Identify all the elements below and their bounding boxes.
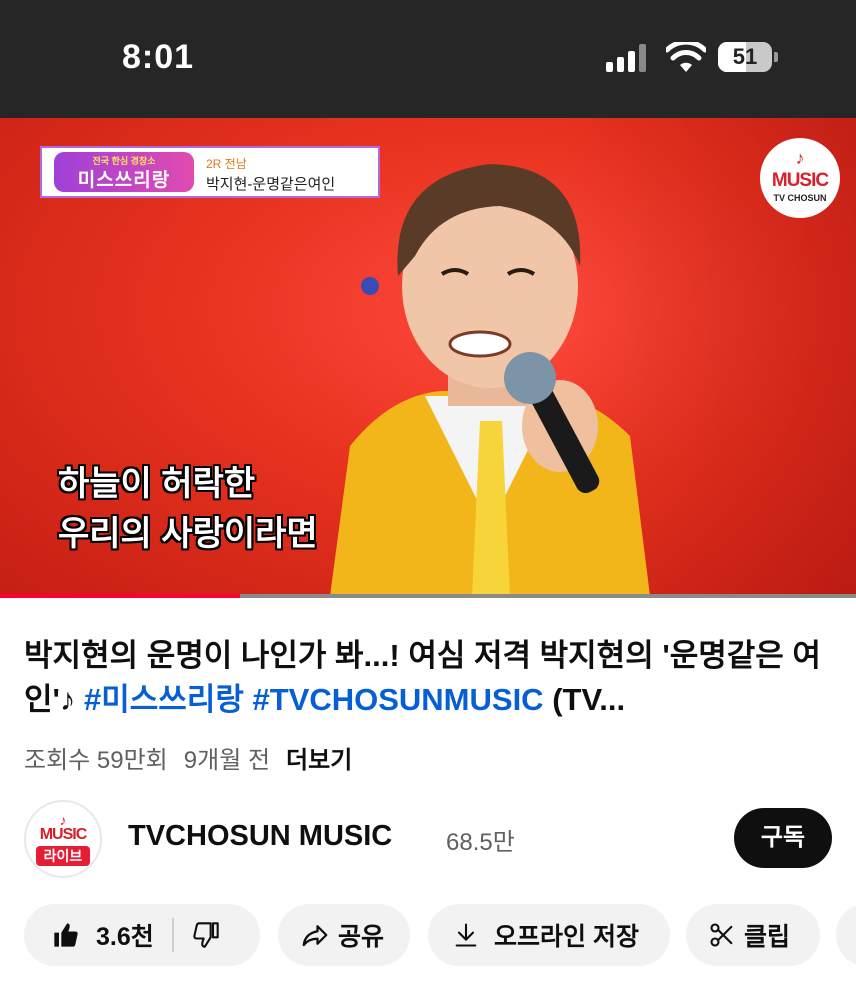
subtitle-line: 하늘이 허락한 [58,465,256,503]
watermark-subtitle: TV CHOSUN [773,193,827,203]
clip-button[interactable]: 클립 [686,904,820,966]
subscribe-button[interactable]: 구독 [734,808,832,868]
title-tail: (TV... [543,682,626,717]
video-meta[interactable]: 조회수 59만회 9개월 전 더보기 [24,740,368,775]
share-icon [302,925,328,947]
download-label: 오프라인 저장 [494,923,639,951]
wifi-icon [666,42,706,72]
like-count: 3.6천 [96,923,154,951]
clip-label: 클립 [744,923,791,951]
program-logo: 전국 한심 경창소 미스쓰리랑 [54,152,194,192]
progress-bar[interactable] [0,594,856,598]
status-bar: 8:01 51 [0,0,856,118]
program-round: 2R 전남 [206,157,247,171]
more-actions-button[interactable] [836,904,856,966]
hashtag-link[interactable]: #미스쓰리랑 [84,682,244,717]
more-button[interactable]: 더보기 [286,747,352,774]
channel-name[interactable]: TVCHOSUN MUSIC [128,820,392,853]
subscriber-count: 68.5만 [446,829,515,856]
program-song: 박지현-운명같은여인 [206,176,336,193]
music-note-icon: ♪ [795,148,805,168]
like-button[interactable]: 3.6천 [24,917,154,953]
upload-age: 9개월 전 [183,747,271,774]
video-player[interactable]: 전국 한심 경창소 미스쓰리랑 2R 전남 박지현-운명같은여인 ♪ MUSIC… [0,118,856,596]
progress-fill [0,594,240,598]
dislike-button[interactable] [174,921,220,949]
download-button[interactable]: 오프라인 저장 [428,904,670,966]
share-button[interactable]: 공유 [278,904,410,966]
channel-watermark: ♪ MUSIC TV CHOSUN [760,138,840,218]
scissors-icon [710,923,733,947]
status-time: 8:01 [122,38,195,76]
battery-level: 51 [732,44,758,69]
hashtag-link[interactable]: #TVCHOSUNMUSIC [252,682,543,717]
channel-avatar[interactable]: ♪ MUSIC 라이브 [24,800,102,878]
avatar-title: MUSIC [39,826,88,843]
thumbs-down-icon [193,922,219,948]
like-dislike-group: 3.6천 [24,904,260,966]
video-title[interactable]: 박지현의 운명이 나인가 봐...! 여심 저격 박지현의 '운명같은 여인'♪… [24,634,834,722]
program-logo-title: 미스쓰리랑 [77,170,171,191]
program-caption-box: 전국 한심 경창소 미스쓰리랑 2R 전남 박지현-운명같은여인 [40,146,380,198]
view-count: 조회수 59만회 [24,747,168,774]
share-label: 공유 [338,923,385,951]
cellular-signal-icon [606,44,650,72]
subtitle-line: 우리의 사랑이라면 [58,515,318,553]
download-icon [455,923,477,947]
avatar-live-badge: 라이브 [36,846,90,866]
watermark-title: MUSIC [771,170,829,191]
thumbs-up-icon [54,923,78,947]
battery-icon: 51 [718,42,778,72]
